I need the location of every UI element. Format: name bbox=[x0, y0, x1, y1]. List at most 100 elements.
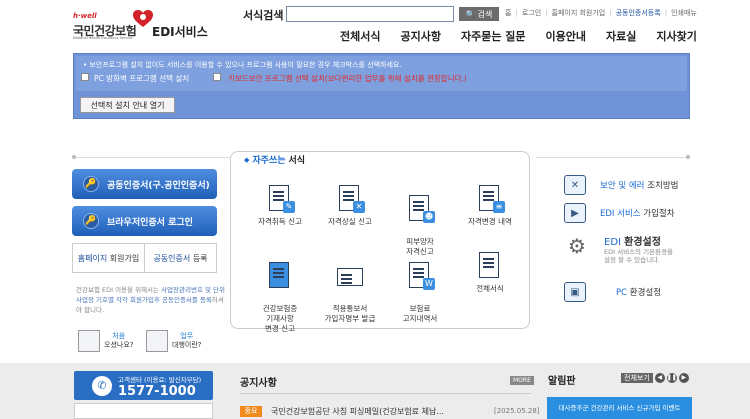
nav-guide[interactable]: 이용안내 bbox=[546, 28, 586, 44]
pc-environment-link[interactable]: ▣ PC 환경설정 bbox=[564, 282, 661, 302]
stack-docs-icon bbox=[475, 252, 505, 280]
util-link-home[interactable]: 홈 bbox=[505, 8, 511, 18]
search-button[interactable]: 🔍 검색 bbox=[459, 7, 499, 21]
signup-link-blue: EDI 서비스 bbox=[600, 209, 641, 219]
main-navigation: 전체서식 공지사항 자주묻는 질문 이용안내 자료실 지사찾기 bbox=[340, 28, 750, 44]
browser-cert-login-label: 브라우저인증서 로그인 bbox=[107, 217, 193, 228]
alarm-controls: 전체보기 ◀ ❚❚ ▶ bbox=[621, 373, 689, 383]
notice-title: 공지사항 bbox=[240, 378, 277, 389]
key-icon: 🔑 bbox=[83, 176, 99, 192]
agent-bottom: 대행이란? bbox=[172, 341, 202, 349]
signup-link-rest: 가입절차 bbox=[643, 209, 675, 219]
agent-top: 업무 bbox=[180, 332, 194, 340]
cert-login-button[interactable]: 🔑 공동인증서(구.공인인증서) bbox=[72, 169, 217, 199]
util-link-cert-register[interactable]: 공동인증서등록 bbox=[616, 8, 661, 18]
form-qualification-acquire[interactable]: ✎ 자격취득 신고 bbox=[245, 185, 315, 227]
util-link-signup[interactable]: 홈페이지 회원가입 bbox=[552, 8, 606, 18]
edi-usage-description: 건강보험 EDI 이용을 위해서는 사업장관리번호 및 단위 사업장 기호별 각… bbox=[76, 285, 226, 315]
keyboard-security-checkbox[interactable] bbox=[213, 73, 221, 81]
install-guide-button[interactable]: 선택적 설치 안내 열기 bbox=[80, 97, 175, 113]
pause-icon[interactable]: ❚❚ bbox=[666, 373, 677, 383]
search-icon: 🔍 bbox=[465, 9, 476, 19]
shield-x-icon: ✕ bbox=[564, 175, 586, 195]
util-link-login[interactable]: 로그인 bbox=[522, 8, 541, 18]
signup-rest-text: 회원가입 bbox=[109, 253, 140, 263]
form-premium-statement[interactable]: W 보험료 고지내역서 bbox=[385, 252, 455, 334]
divider-line bbox=[76, 157, 233, 158]
first-visit-top: 처음 bbox=[112, 332, 126, 340]
cert-register-link[interactable]: 공동인증서 등록 bbox=[145, 244, 216, 272]
search-input[interactable] bbox=[286, 6, 454, 22]
signup-box: 홈페이지 회원가입 공동인증서 등록 bbox=[72, 243, 217, 273]
prev-icon[interactable]: ◀ bbox=[654, 373, 665, 383]
nav-faq[interactable]: 자주묻는 질문 bbox=[461, 28, 526, 44]
search-button-label: 검색 bbox=[477, 9, 493, 19]
forms-title-rest: 서식 bbox=[288, 156, 306, 166]
next-icon[interactable]: ▶ bbox=[678, 373, 689, 383]
monitor-icon bbox=[78, 330, 100, 352]
document-x-icon: ✕ bbox=[335, 185, 365, 213]
logo-hwell: h·well bbox=[73, 12, 97, 20]
first-visit-link[interactable]: 처음 오셨나요? bbox=[78, 330, 133, 352]
key-icon: 🔑 bbox=[83, 213, 99, 229]
browser-cert-login-button[interactable]: 🔑 브라우저인증서 로그인 bbox=[72, 206, 217, 236]
form-label: 건강보험증 기재사항 변경 신고 bbox=[262, 304, 298, 333]
alarm-view-all-button[interactable]: 전체보기 bbox=[621, 373, 653, 383]
monitor-cursor-icon: ▶ bbox=[564, 203, 586, 223]
form-label: 자격취득 신고 bbox=[258, 217, 302, 226]
gear-icon: ⚙ bbox=[568, 234, 586, 258]
form-insurance-card-change[interactable]: 건강보험증 기재사항 변경 신고 bbox=[245, 252, 315, 344]
form-qualification-loss[interactable]: ✕ 자격상실 신고 bbox=[315, 185, 385, 227]
call-center-number: 1577-1000 bbox=[118, 383, 196, 399]
monitor-clock-icon bbox=[146, 330, 168, 352]
first-visit-bottom: 오셨나요? bbox=[104, 341, 134, 349]
keyboard-security-checkbox-label: 키보드보안 프로그램 선택 설치(보다편리한 업무를 위해 설치를 권장합니다.… bbox=[228, 74, 467, 83]
utility-links: 홈 | 로그인 | 홈페이지 회원가입 | 공동인증서등록 | 인쇄매뉴 bbox=[505, 8, 697, 18]
pc-monitor-icon: ▣ bbox=[564, 282, 586, 302]
form-label: 보험료 고지내역서 bbox=[402, 304, 438, 323]
cert-register-blue-text: 공동인증서 bbox=[153, 253, 191, 263]
logo-english-name: National Health Insurance Service bbox=[73, 36, 133, 40]
cert-login-label: 공동인증서(구.공인인증서) bbox=[107, 180, 210, 191]
call-center-box: ✆ 고객센터 (이용료: 발신자부담) 1577-1000 bbox=[74, 371, 213, 400]
form-label: 자격변경 내역 bbox=[468, 217, 512, 226]
alarm-board-title: 알림판 bbox=[548, 376, 576, 387]
notice-date: [2025.05.28] bbox=[494, 407, 540, 415]
env-link-blue: EDI bbox=[604, 237, 621, 248]
nav-library[interactable]: 자료실 bbox=[606, 28, 636, 44]
form-label: 자격상실 신고 bbox=[328, 217, 372, 226]
nav-all-forms[interactable]: 전체서식 bbox=[340, 28, 380, 44]
nav-branch-finder[interactable]: 지사찾기 bbox=[656, 28, 696, 44]
form-label: 전체서식 bbox=[476, 284, 504, 293]
firewall-checkbox[interactable] bbox=[81, 73, 89, 81]
nav-notice[interactable]: 공지사항 bbox=[400, 28, 440, 44]
pc-link-blue: PC bbox=[616, 288, 628, 298]
agent-info-link[interactable]: 업무 대행이란? bbox=[146, 330, 201, 352]
notice-list-item[interactable]: 국민건강보험공단 사칭 피싱메일(건강보험료 체납... bbox=[271, 406, 444, 417]
form-all[interactable]: 전체서식 bbox=[455, 252, 525, 294]
insurance-card-icon bbox=[265, 262, 295, 290]
pc-link-rest: 환경설정 bbox=[629, 288, 662, 298]
util-link-print-manual[interactable]: 인쇄매뉴 bbox=[671, 8, 697, 18]
logo[interactable]: h·well 국민건강보험 National Health Insurance … bbox=[70, 10, 240, 42]
form-label: 적용통보서 가입자명부 발급 bbox=[324, 304, 376, 323]
firewall-checkbox-label: PC 방화벽 프로그램 선택 설치 bbox=[94, 74, 190, 83]
edi-signup-procedure-link[interactable]: ▶ EDI 서비스 가입절차 bbox=[564, 203, 675, 223]
security-error-link[interactable]: ✕ 보안 및 에러 조치방법 bbox=[564, 175, 679, 195]
forms-title-blue: 자주쓰는 bbox=[252, 156, 286, 166]
printer-icon bbox=[335, 262, 365, 290]
form-notice-issue[interactable]: 적용통보서 가입자명부 발급 bbox=[315, 252, 385, 334]
divider-dot bbox=[686, 155, 690, 159]
call-center-sub-box bbox=[74, 403, 213, 419]
frequent-forms-title: ◆ 자주쓰는 서식 bbox=[244, 153, 306, 167]
notice-more-button[interactable]: MORE bbox=[510, 376, 534, 385]
cert-register-rest-text: 등록 bbox=[192, 253, 208, 263]
logo-service-name: EDI서비스 bbox=[152, 25, 208, 39]
edi-environment-link[interactable]: ⚙ EDI 환경설정 EDI 서비스의 기본환경을 설정 할 수 있습니다. bbox=[564, 233, 673, 264]
phone-icon: ✆ bbox=[92, 375, 112, 396]
event-banner[interactable]: 대사증후군 건강관리 서비스 신규가입 이벤트 bbox=[547, 397, 692, 419]
error-link-blue: 보안 및 에러 bbox=[600, 181, 645, 191]
bullet-icon: ◆ bbox=[244, 155, 250, 164]
form-change-history[interactable]: ≡ 자격변경 내역 bbox=[455, 185, 525, 227]
homepage-signup-link[interactable]: 홈페이지 회원가입 bbox=[73, 244, 145, 272]
